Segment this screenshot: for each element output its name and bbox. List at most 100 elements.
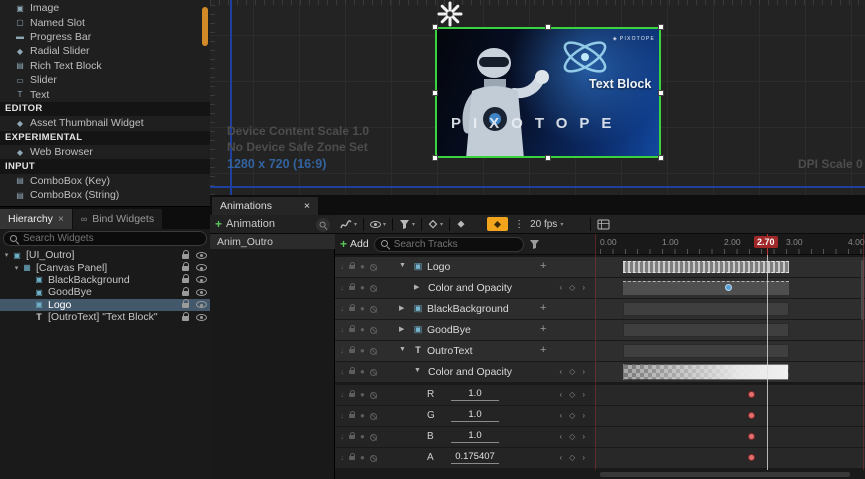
palette-item-named-slot[interactable]: ▢Named Slot — [0, 15, 210, 29]
prev-key-button[interactable]: ‹ — [560, 283, 563, 292]
lock-icon[interactable] — [349, 370, 355, 374]
next-key-button[interactable]: › — [582, 411, 585, 420]
lock-icon[interactable] — [349, 286, 355, 290]
timeline-row-g[interactable] — [595, 406, 865, 426]
palette-item-image[interactable]: ▣Image — [0, 1, 210, 15]
keyframe-blue[interactable] — [725, 284, 732, 291]
lock-icon[interactable] — [182, 316, 189, 321]
next-key-button[interactable]: › — [582, 432, 585, 441]
add-section-button[interactable]: + — [540, 260, 546, 272]
timeline-horizontal-scrollbar[interactable] — [600, 472, 850, 477]
timeline-row-a[interactable] — [595, 448, 865, 468]
alpha-gradient-section[interactable] — [623, 364, 789, 380]
trajectory-icon[interactable]: ↓ — [340, 454, 344, 462]
palette-section-input[interactable]: INPUT — [0, 159, 210, 173]
solo-icon[interactable]: ● — [360, 368, 365, 376]
track-row-outrotext[interactable]: ↓● ▼ T OutroText + — [335, 341, 595, 361]
section-bar[interactable] — [623, 261, 789, 273]
fps-dropdown[interactable]: 20 fps ▾ — [530, 219, 563, 230]
mute-icon[interactable] — [370, 413, 377, 420]
track-filter-icon[interactable] — [529, 239, 540, 250]
auto-key-toggle[interactable] — [487, 217, 508, 231]
lock-icon[interactable] — [182, 278, 189, 283]
animation-list-item[interactable]: Anim_Outro — [210, 234, 335, 249]
palette-item-web-browser[interactable]: ◆Web Browser — [0, 145, 210, 159]
section-bar[interactable] — [623, 344, 789, 358]
timeline-row-outrotext-color-opacity[interactable] — [595, 362, 865, 382]
track-row-outrotext-color-opacity[interactable]: ↓● ▼ Color and Opacity ‹◇› — [335, 362, 595, 382]
add-animation-button[interactable]: Animation — [226, 218, 275, 230]
expander-icon[interactable]: ▶ — [399, 304, 404, 312]
keyframe-options-button[interactable]: ▾ — [428, 219, 443, 229]
expander-icon[interactable]: ▼ — [414, 367, 421, 374]
expander-icon[interactable]: ▾ — [12, 264, 21, 272]
resize-handle-ne[interactable] — [658, 24, 664, 30]
add-section-button[interactable]: + — [540, 344, 546, 356]
lock-icon[interactable] — [349, 393, 355, 397]
prev-key-button[interactable]: ‹ — [560, 432, 563, 441]
trajectory-icon[interactable]: ↓ — [340, 347, 344, 355]
solo-icon[interactable]: ● — [360, 347, 365, 355]
palette-item-slider[interactable]: ▭Slider — [0, 73, 210, 87]
lock-icon[interactable] — [182, 266, 189, 271]
lock-icon[interactable] — [182, 291, 189, 296]
hierarchy-search[interactable] — [3, 231, 207, 246]
prev-key-button[interactable]: ‹ — [560, 390, 563, 399]
close-icon[interactable]: × — [58, 214, 64, 225]
mute-icon[interactable] — [370, 285, 377, 292]
lock-icon[interactable] — [349, 456, 355, 460]
channel-value-input[interactable]: 1.0 — [451, 430, 499, 443]
timeline-row-b[interactable] — [595, 427, 865, 447]
add-key-button[interactable]: ◇ — [569, 411, 575, 420]
eye-icon[interactable] — [196, 276, 207, 283]
trajectory-icon[interactable]: ↓ — [340, 433, 344, 441]
tree-row-goodbye[interactable]: ▣ GoodBye — [0, 286, 210, 298]
solo-icon[interactable]: ● — [360, 326, 365, 334]
palette-scrollbar[interactable] — [202, 7, 208, 46]
trajectory-icon[interactable]: ↓ — [340, 391, 344, 399]
more-options-button[interactable]: ⋮ — [514, 219, 524, 230]
mute-icon[interactable] — [370, 392, 377, 399]
keyframe-red[interactable] — [748, 412, 755, 419]
eye-icon[interactable] — [196, 252, 207, 259]
section-bar[interactable] — [623, 281, 789, 295]
trajectory-icon[interactable]: ↓ — [340, 263, 344, 271]
add-key-button[interactable]: ◇ — [569, 453, 575, 462]
lock-icon[interactable] — [349, 349, 355, 353]
add-key-button[interactable]: ◇ — [569, 283, 575, 292]
channel-value-input[interactable]: 1.0 — [451, 388, 499, 401]
lock-icon[interactable] — [349, 265, 355, 269]
lock-icon[interactable] — [349, 307, 355, 311]
expander-icon[interactable]: ▼ — [399, 262, 406, 269]
mute-icon[interactable] — [370, 369, 377, 376]
expander-icon[interactable]: ▶ — [414, 283, 419, 291]
mute-icon[interactable] — [370, 348, 377, 355]
tree-row-outrotext[interactable]: T [OutroText] "Text Block" — [0, 311, 210, 323]
palette-item-text[interactable]: TText — [0, 87, 210, 101]
add-key-button[interactable]: ◇ — [569, 367, 575, 376]
trajectory-icon[interactable]: ↓ — [340, 305, 344, 313]
playhead-time-label[interactable]: 2.70 — [754, 236, 778, 248]
palette-item-combobox-key[interactable]: ▤ComboBox (Key) — [0, 174, 210, 188]
palette-item-rich-text-block[interactable]: ▤Rich Text Block — [0, 59, 210, 73]
add-section-button[interactable]: + — [540, 302, 546, 314]
solo-icon[interactable]: ● — [360, 412, 365, 420]
mute-icon[interactable] — [370, 327, 377, 334]
expander-icon[interactable]: ▼ — [399, 346, 406, 353]
timeline-row-r[interactable] — [595, 385, 865, 405]
lock-icon[interactable] — [349, 328, 355, 332]
track-search-input[interactable] — [394, 239, 504, 250]
timeline-row-goodbye[interactable] — [595, 320, 865, 340]
keyframe-red[interactable] — [748, 454, 755, 461]
eye-icon[interactable] — [196, 289, 207, 296]
keyframe-red[interactable] — [748, 391, 755, 398]
channel-row-r[interactable]: ↓● R 1.0 ‹◇› — [335, 385, 595, 405]
eye-icon[interactable] — [196, 264, 207, 271]
resize-handle-sw[interactable] — [432, 155, 438, 161]
next-key-button[interactable]: › — [582, 283, 585, 292]
playhead-line[interactable] — [767, 255, 768, 470]
channel-row-b[interactable]: ↓● B 1.0 ‹◇› — [335, 427, 595, 447]
solo-icon[interactable]: ● — [360, 391, 365, 399]
trajectory-icon[interactable]: ↓ — [340, 412, 344, 420]
solo-icon[interactable]: ● — [360, 284, 365, 292]
